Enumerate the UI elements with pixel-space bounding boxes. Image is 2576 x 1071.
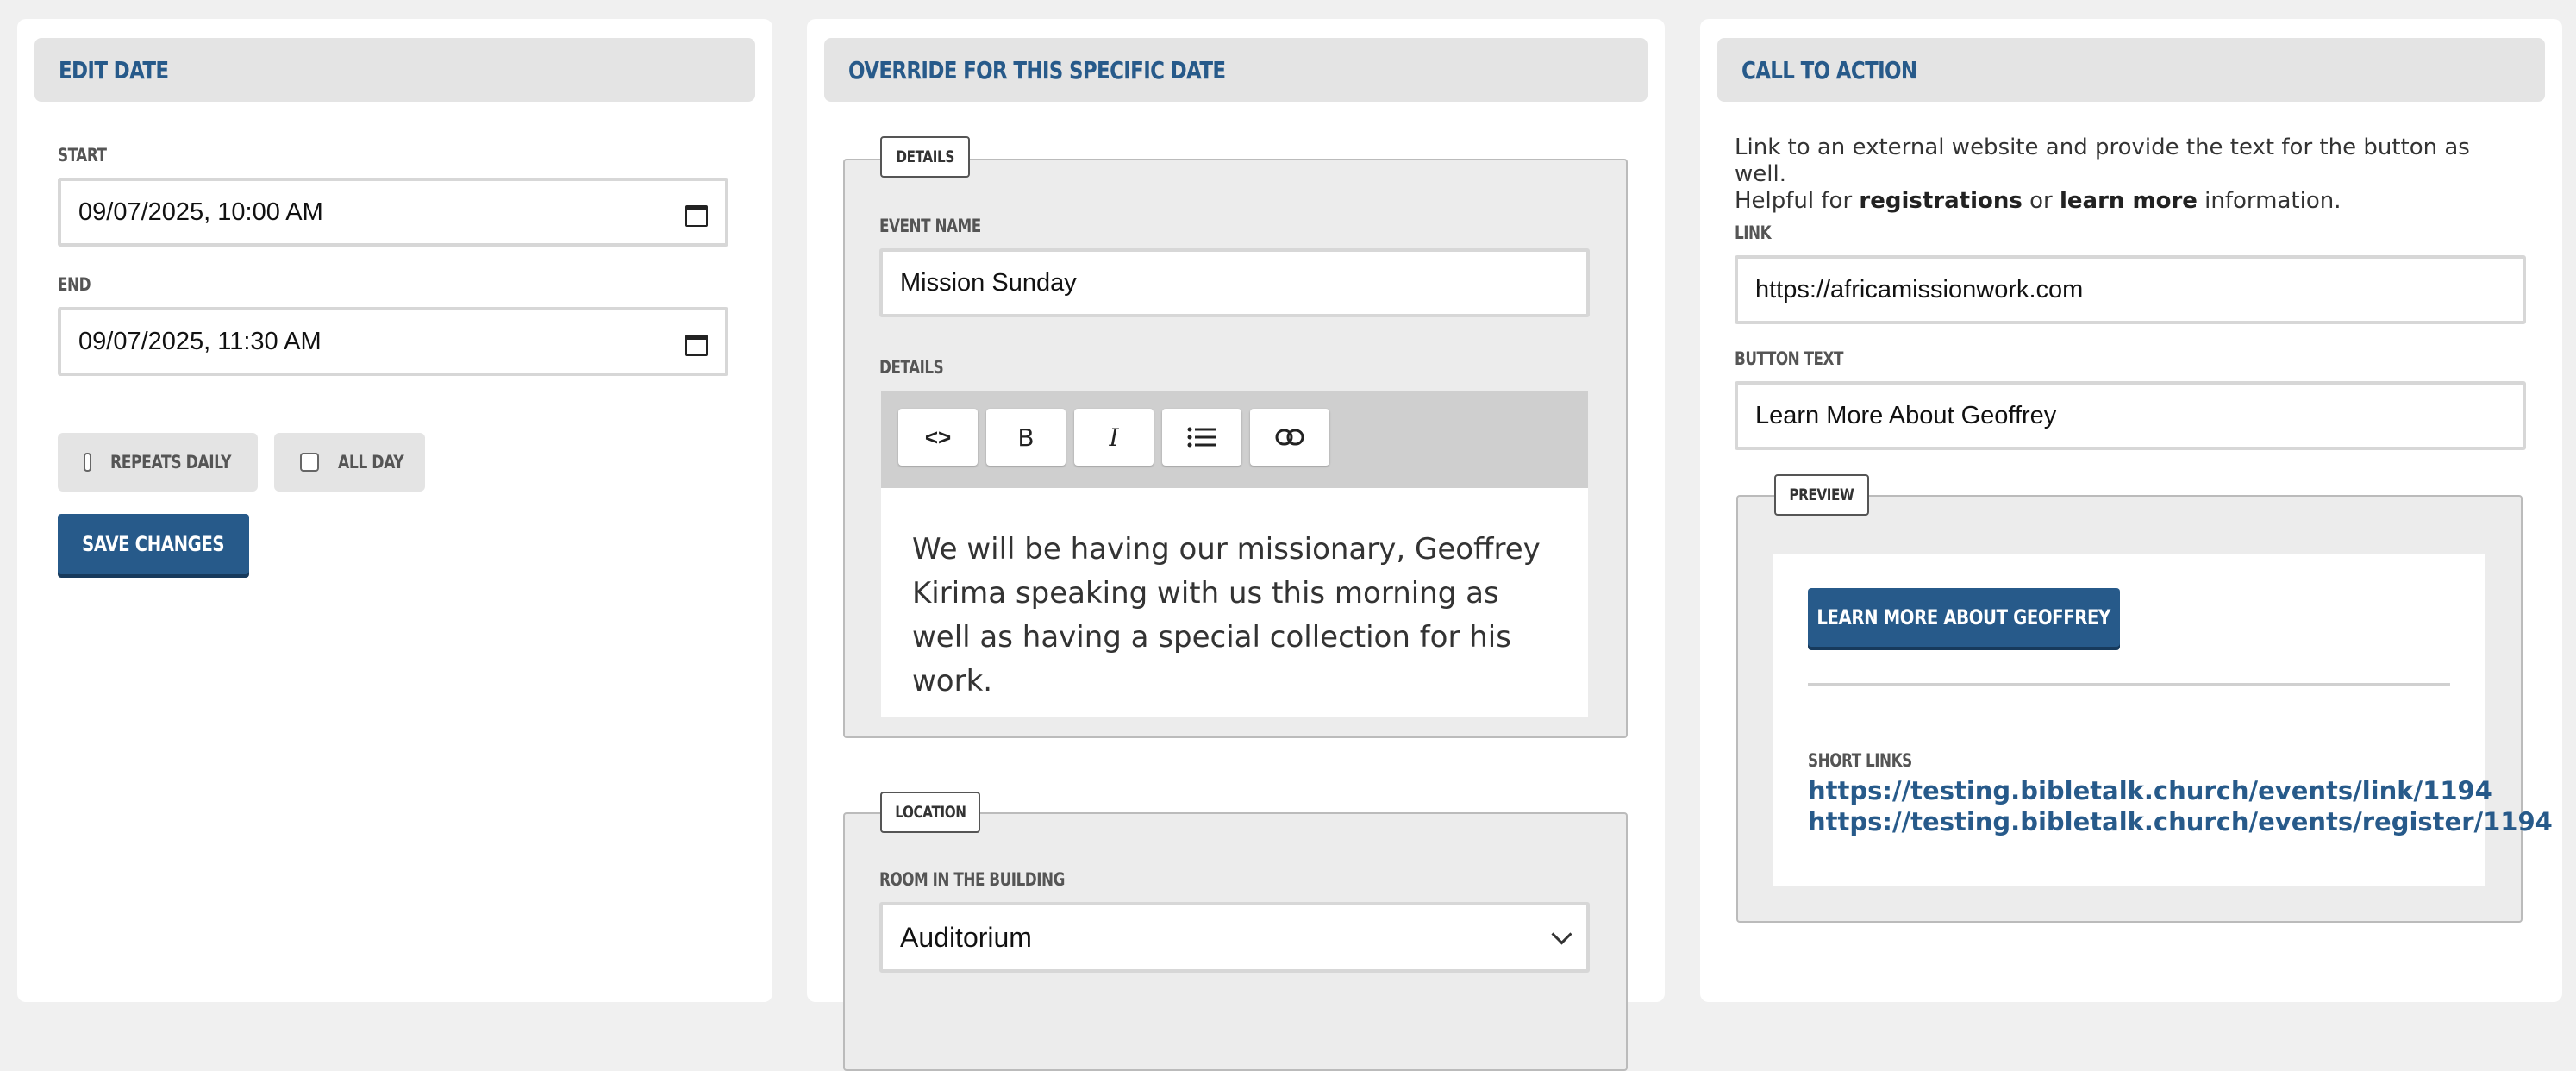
location-legend-text: LOCATION [894, 803, 966, 822]
start-label: START [58, 145, 107, 166]
desc-or-text: or [2022, 188, 2060, 214]
cta-description: Link to an external website and provide … [1735, 135, 2510, 215]
link-label: LINK [1735, 222, 1772, 243]
edit-date-panel: EDIT DATE START 09/07/2025, 10:00 AM END… [17, 19, 772, 1002]
link-button[interactable] [1250, 409, 1329, 466]
start-datetime-value: 09/07/2025, 10:00 AM [78, 197, 323, 226]
repeats-daily-checkbox[interactable] [84, 453, 92, 472]
edit-date-header: EDIT DATE [34, 38, 755, 102]
bold-button[interactable]: B [986, 409, 1066, 466]
italic-button[interactable]: I [1074, 409, 1154, 466]
all-day-checkbox[interactable] [300, 453, 319, 472]
preview-cta-button[interactable]: LEARN MORE ABOUT GEOFFREY [1808, 588, 2120, 647]
save-changes-label: SAVE CHANGES [82, 532, 225, 556]
preview-cta-label: LEARN MORE ABOUT GEOFFREY [1816, 605, 2111, 629]
link-input[interactable]: https://africamissionwork.com [1735, 255, 2526, 324]
short-links-label: SHORT LINKS [1808, 750, 1912, 771]
repeats-daily-toggle[interactable]: REPEATS DAILY [58, 433, 258, 492]
event-name-input[interactable]: Mission Sunday [879, 248, 1590, 317]
details-legend-text: DETAILS [896, 147, 954, 166]
button-text-value: Learn More About Geoffrey [1755, 401, 2057, 429]
edit-date-title: EDIT DATE [59, 55, 169, 85]
short-link-event[interactable]: https://testing.bibletalk.church/events/… [1808, 776, 2492, 805]
all-day-toggle[interactable]: ALL DAY [274, 433, 425, 492]
desc-learn-more-text: learn more [2060, 188, 2198, 214]
save-changes-button[interactable]: SAVE CHANGES [58, 514, 249, 574]
repeats-daily-label: REPEATS DAILY [110, 452, 232, 473]
details-text: We will be having our missionary, Geoffr… [912, 532, 1541, 698]
link-icon [1275, 429, 1304, 446]
italic-icon: I [1109, 423, 1119, 452]
end-label: END [58, 274, 91, 295]
room-select[interactable]: Auditorium [879, 902, 1590, 973]
room-label: ROOM IN THE BUILDING [879, 869, 1065, 890]
code-view-button[interactable]: <> [898, 409, 978, 466]
room-select-value: Auditorium [900, 921, 1032, 953]
event-name-label: EVENT NAME [879, 216, 981, 236]
desc-information-text: information. [2197, 188, 2342, 214]
editor-toolbar: <> B I [881, 391, 1588, 488]
location-legend: LOCATION [880, 792, 980, 833]
chevron-down-icon [1551, 923, 1572, 945]
bullet-list-button[interactable] [1162, 409, 1241, 466]
start-datetime-input[interactable]: 09/07/2025, 10:00 AM [58, 178, 728, 247]
call-to-action-panel: CALL TO ACTION Link to an external websi… [1700, 19, 2562, 1002]
all-day-label: ALL DAY [338, 452, 404, 473]
button-text-label: BUTTON TEXT [1735, 348, 1844, 369]
details-editor-body[interactable]: We will be having our missionary, Geoffr… [881, 488, 1588, 717]
link-value: https://africamissionwork.com [1755, 275, 2084, 304]
short-link-register[interactable]: https://testing.bibletalk.church/events/… [1808, 807, 2553, 836]
cta-description-line2: Helpful for registrations or learn more … [1735, 188, 2510, 215]
cta-title: CALL TO ACTION [1741, 55, 1917, 85]
bold-icon: B [1017, 423, 1035, 452]
preview-legend-text: PREVIEW [1789, 485, 1854, 504]
code-icon: <> [924, 423, 952, 450]
preview-divider [1808, 683, 2450, 686]
calendar-icon[interactable] [685, 202, 708, 227]
calendar-icon[interactable] [685, 331, 708, 356]
preview-legend: PREVIEW [1774, 474, 1869, 516]
event-name-value: Mission Sunday [900, 268, 1077, 297]
end-datetime-input[interactable]: 09/07/2025, 11:30 AM [58, 307, 728, 376]
cta-description-line1: Link to an external website and provide … [1735, 135, 2470, 187]
override-header: OVERRIDE FOR THIS SPECIFIC DATE [824, 38, 1648, 102]
end-datetime-value: 09/07/2025, 11:30 AM [78, 327, 322, 355]
details-label: DETAILS [879, 357, 944, 378]
override-title: OVERRIDE FOR THIS SPECIFIC DATE [848, 55, 1226, 85]
cta-header: CALL TO ACTION [1717, 38, 2545, 102]
button-text-input[interactable]: Learn More About Geoffrey [1735, 381, 2526, 450]
details-legend: DETAILS [880, 136, 970, 178]
desc-registrations-text: registrations [1859, 188, 2023, 214]
override-panel: OVERRIDE FOR THIS SPECIFIC DATE DETAILS … [807, 19, 1665, 1071]
desc-helpful-text: Helpful for [1735, 188, 1860, 214]
bullet-list-icon [1187, 427, 1216, 448]
